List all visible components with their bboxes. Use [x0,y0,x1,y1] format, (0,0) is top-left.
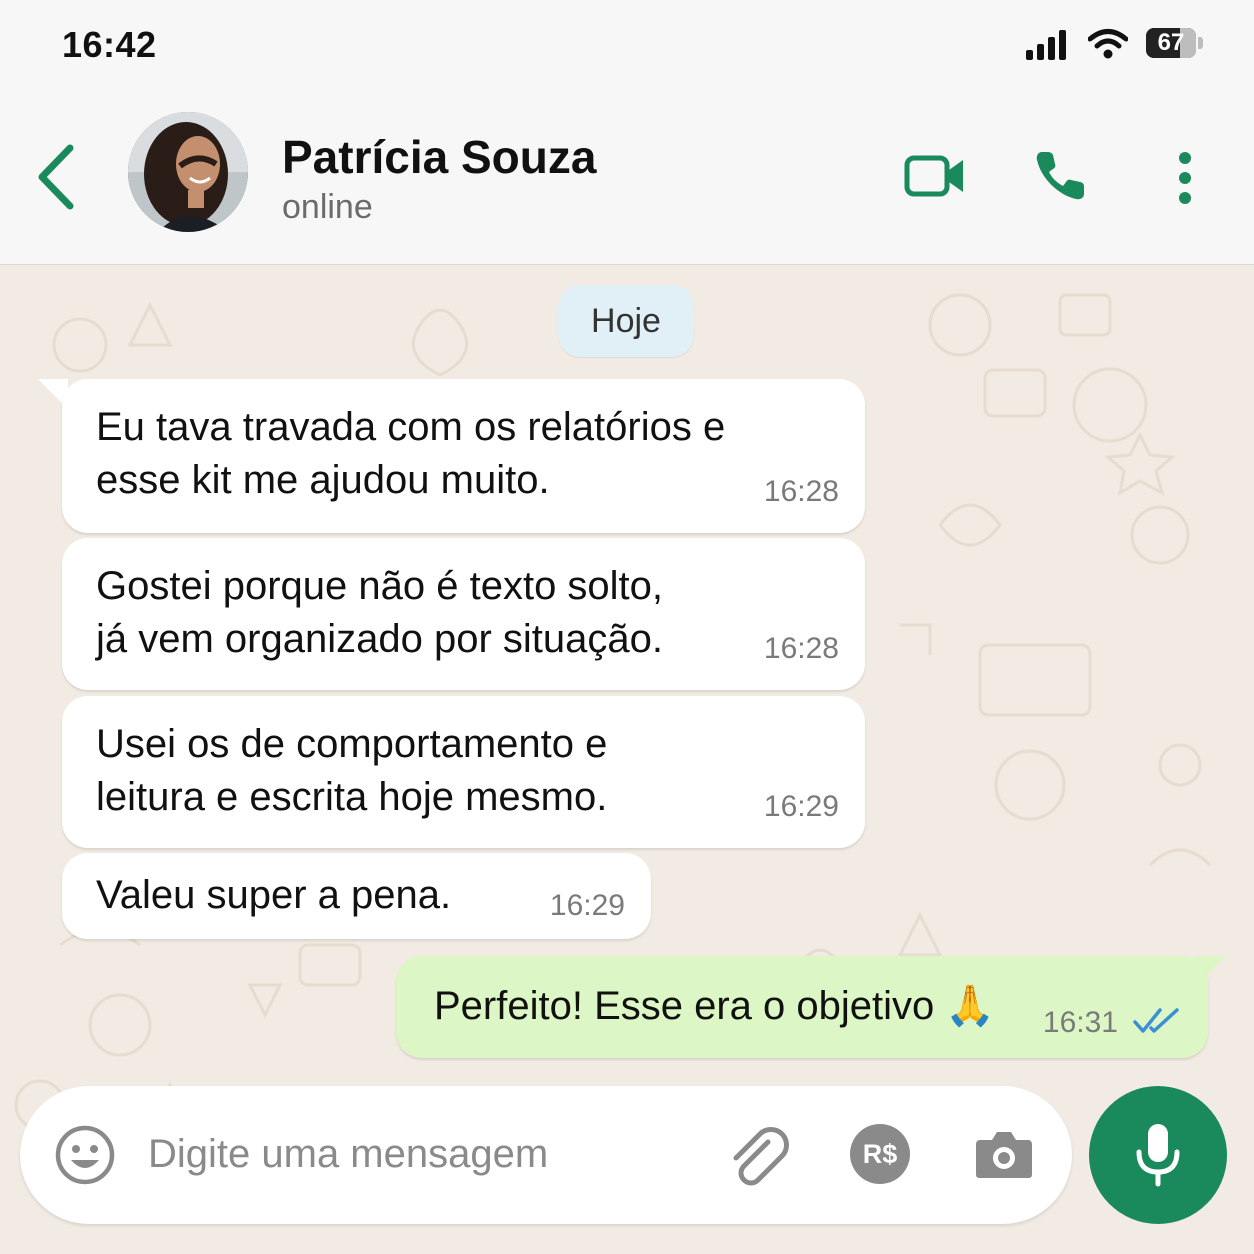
emoji-icon[interactable] [54,1124,116,1186]
video-call-icon[interactable] [904,154,966,198]
message-incoming[interactable]: Gostei porque não é texto solto, já vem … [62,538,865,690]
message-text: Gostei porque não é texto solto, já vem … [96,564,664,661]
contact-status: online [282,188,373,226]
more-options-icon[interactable] [1174,150,1196,206]
message-text: Valeu super a pena. [96,873,452,917]
message-outgoing[interactable]: Perfeito! Esse era o objetivo 🙏 16:31 [396,956,1208,1058]
contact-name[interactable]: Patrícia Souza [282,130,596,184]
phone-icon[interactable] [1034,148,1088,202]
message-incoming[interactable]: Usei os de comportamento e leitura e esc… [62,696,865,848]
voice-message-button[interactable] [1089,1086,1227,1224]
status-time: 16:42 [62,24,157,65]
status-bar: 16:42 67 [0,0,1254,90]
message-composer: Digite uma mensagem R$ [20,1086,1072,1224]
message-time: 16:28 [763,475,839,508]
payment-icon[interactable]: R$ [850,1124,910,1184]
message-text: Eu tava travada com os relatórios e esse… [96,405,726,502]
message-incoming[interactable]: Eu tava travada com os relatórios e esse… [62,379,865,533]
message-time: 16:29 [763,790,839,823]
battery-percentage: 67 [1157,29,1185,56]
message-text: Usei os de comportamento e leitura e esc… [96,722,608,819]
camera-icon[interactable] [974,1128,1034,1180]
message-text: Perfeito! Esse era o objetivo 🙏 [434,984,996,1028]
message-incoming[interactable]: Valeu super a pena. 16:29 [62,853,651,939]
microphone-icon [1136,1124,1180,1187]
read-receipt-icon [1133,1008,1179,1033]
message-time: 16:29 [549,889,625,922]
chat-header: Patrícia Souza online [0,90,1254,265]
avatar[interactable] [128,112,248,232]
date-separator: Hoje [558,285,694,357]
contact-photo [128,112,248,232]
signal-icon [1026,30,1066,60]
back-arrow-icon[interactable] [32,142,82,212]
battery-indicator: 67 [1146,28,1204,60]
attach-icon[interactable] [728,1126,792,1190]
message-input[interactable]: Digite uma mensagem [148,1132,548,1177]
message-time: 16:28 [763,632,839,665]
wifi-icon [1088,29,1128,59]
message-time: 16:31 [1042,1006,1118,1039]
